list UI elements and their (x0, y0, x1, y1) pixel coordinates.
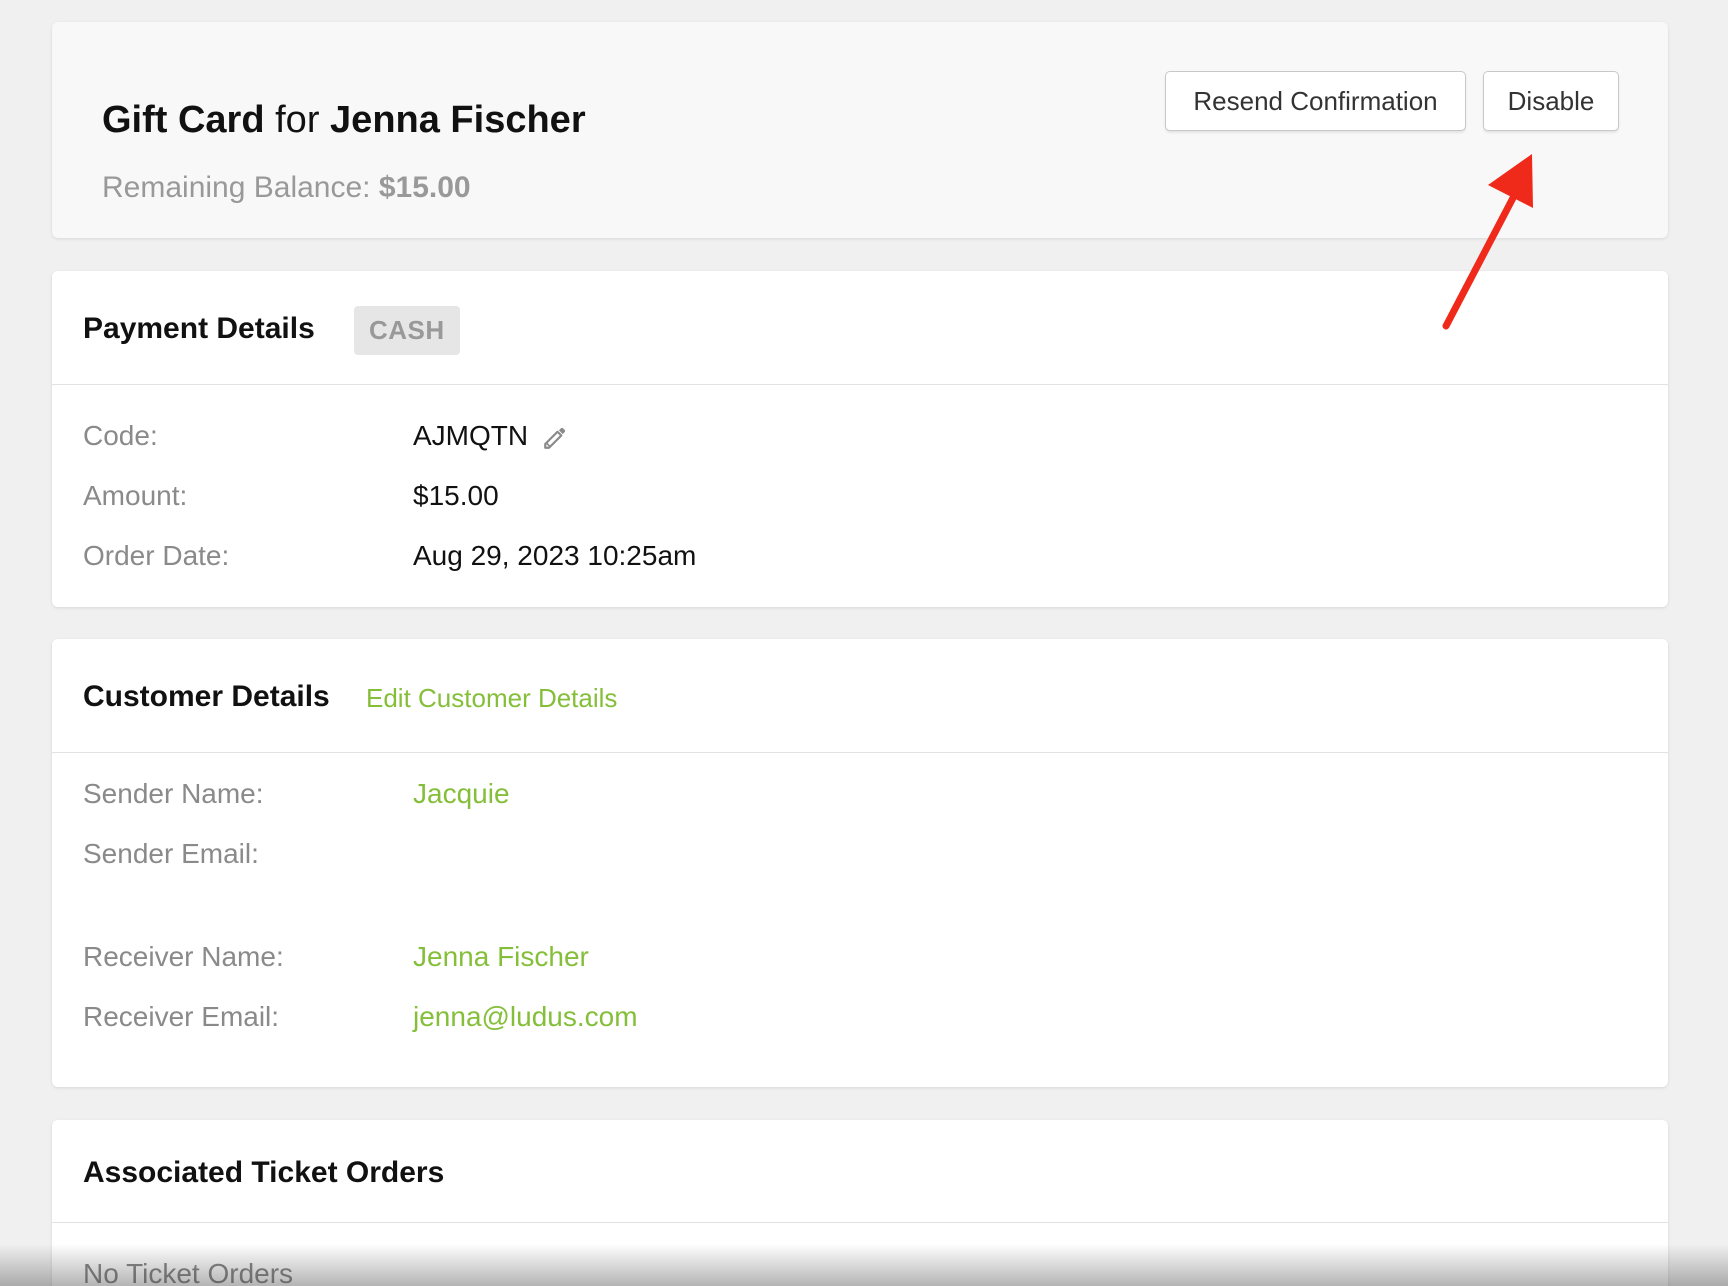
order-date-label: Order Date: (83, 540, 230, 571)
payment-details-card: Payment Details CASH Code: AJMQTN Amount… (52, 271, 1668, 607)
sender-name-value[interactable]: Jacquie (413, 774, 510, 814)
amount-value: $15.00 (413, 480, 499, 511)
payment-details-title: Payment Details (83, 312, 315, 345)
amount-label: Amount: (83, 480, 188, 511)
customer-details-title: Customer Details (83, 680, 330, 713)
ticket-orders-title: Associated Ticket Orders (83, 1156, 445, 1189)
receiver-email-value[interactable]: jenna@ludus.com (413, 997, 638, 1037)
customer-row-sender-email: Sender Email: (83, 834, 1638, 874)
payment-row-order-date: Order Date: Aug 29, 2023 10:25am (83, 536, 1638, 576)
code-value-wrap: AJMQTN (413, 416, 568, 456)
code-value: AJMQTN (413, 420, 529, 451)
payment-row-code: Code: AJMQTN (83, 416, 1638, 456)
ticket-orders-card: Associated Ticket Orders No Ticket Order… (52, 1120, 1668, 1286)
order-date-value: Aug 29, 2023 10:25am (413, 540, 697, 571)
payment-row-amount: Amount: $15.00 (83, 476, 1638, 516)
balance-label: Remaining Balance: (102, 171, 371, 204)
title-prefix: Gift Card (102, 99, 265, 141)
gift-card-page: Gift Card for Jenna Fischer Remaining Ba… (0, 0, 1728, 1286)
resend-confirmation-button[interactable]: Resend Confirmation (1165, 71, 1466, 131)
pencil-icon[interactable] (542, 425, 568, 451)
gift-card-header: Gift Card for Jenna Fischer Remaining Ba… (52, 22, 1668, 238)
recipient-name: Jenna Fischer (330, 99, 586, 141)
customer-row-receiver-name: Receiver Name: Jenna Fischer (83, 937, 1638, 977)
page-title: Gift Card for Jenna Fischer (102, 96, 586, 144)
no-ticket-orders-text: No Ticket Orders (83, 1258, 294, 1286)
title-for: for (275, 99, 320, 141)
customer-row-receiver-email: Receiver Email: jenna@ludus.com (83, 997, 1638, 1037)
sender-email-label: Sender Email: (83, 838, 259, 869)
payment-details-header: Payment Details CASH (52, 271, 1668, 385)
customer-details-card: Customer Details Edit Customer Details S… (52, 639, 1668, 1087)
disable-button[interactable]: Disable (1483, 71, 1619, 131)
code-label: Code: (83, 420, 158, 451)
edit-customer-details-link[interactable]: Edit Customer Details (366, 681, 617, 715)
receiver-name-value[interactable]: Jenna Fischer (413, 937, 589, 977)
remaining-balance: Remaining Balance: $15.00 (102, 168, 471, 208)
customer-row-sender-name: Sender Name: Jacquie (83, 774, 1638, 814)
sender-name-label: Sender Name: (83, 778, 264, 809)
receiver-name-label: Receiver Name: (83, 941, 284, 972)
ticket-orders-empty: No Ticket Orders (83, 1254, 1638, 1286)
customer-details-header: Customer Details Edit Customer Details (52, 639, 1668, 753)
payment-method-badge: CASH (354, 306, 460, 355)
receiver-email-label: Receiver Email: (83, 1001, 280, 1032)
balance-value: $15.00 (378, 171, 471, 204)
ticket-orders-header: Associated Ticket Orders (52, 1120, 1668, 1223)
